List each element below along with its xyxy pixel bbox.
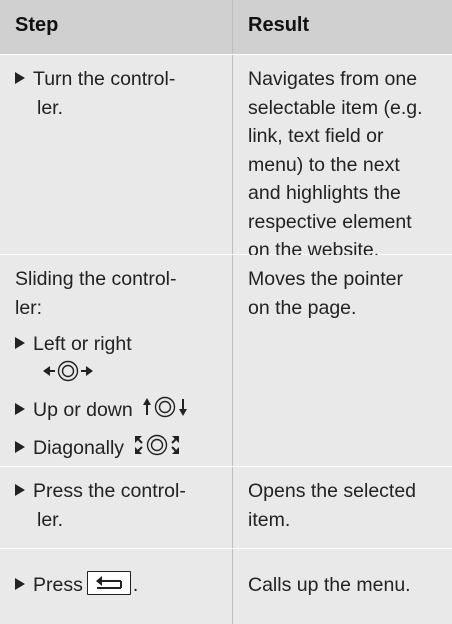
result-cell: Opens the selected item. bbox=[233, 467, 452, 548]
bullet-up-down: Up or down bbox=[15, 395, 222, 425]
step-cell: Press . bbox=[0, 549, 233, 624]
bullet-triangle-icon bbox=[15, 484, 25, 496]
left-right-slide-icon bbox=[43, 360, 93, 381]
step-cell: Sliding the control- ler: Left or right bbox=[0, 255, 233, 466]
step-cell: Press the control- ler. bbox=[0, 467, 233, 548]
table-row: Press the control- ler. Opens the select… bbox=[0, 467, 452, 548]
bullet-left-right: Left or right bbox=[15, 330, 222, 359]
result-text: Moves the pointer on the page. bbox=[248, 268, 404, 319]
bullet-triangle-icon bbox=[15, 578, 25, 590]
step-cell: Turn the control- ler. bbox=[0, 55, 233, 254]
result-cell: Moves the pointer on the page. bbox=[233, 255, 452, 466]
table-row: Press . Calls up the menu. bbox=[0, 549, 452, 624]
bullet-triangle-icon bbox=[15, 403, 25, 415]
bullet-diagonal: Diagonally bbox=[15, 433, 222, 463]
bullet-triangle-icon bbox=[15, 72, 25, 84]
result-text: Opens the selected item. bbox=[248, 480, 417, 531]
table-row: Turn the control- ler. Navigates from on… bbox=[0, 55, 452, 261]
table-header-row: Step Result bbox=[0, 0, 452, 54]
step-text: Press the control- ler. bbox=[15, 477, 222, 534]
up-down-slide-icon bbox=[143, 396, 188, 418]
result-text: Calls up the menu. bbox=[248, 574, 411, 596]
step-text: Turn the control- ler. bbox=[15, 65, 222, 122]
result-cell: Navigates from one selectable item (e.g.… bbox=[233, 55, 452, 261]
step-text: Press . bbox=[15, 571, 222, 600]
result-cell: Calls up the menu. bbox=[233, 549, 452, 624]
result-text: Navigates from one selectable item (e.g.… bbox=[248, 68, 423, 261]
back-button-icon bbox=[86, 571, 131, 595]
step-text: Sliding the control- ler: Left or right bbox=[15, 265, 222, 462]
header-result-label: Result bbox=[248, 14, 310, 36]
diagonal-slide-icon bbox=[135, 434, 180, 455]
header-cell-result: Result bbox=[233, 0, 452, 54]
bullet-triangle-icon bbox=[15, 337, 25, 349]
header-step-label: Step bbox=[15, 14, 59, 36]
bullet-triangle-icon bbox=[15, 440, 25, 453]
header-cell-step: Step bbox=[0, 0, 233, 54]
table-row: Sliding the control- ler: Left or right bbox=[0, 255, 452, 466]
